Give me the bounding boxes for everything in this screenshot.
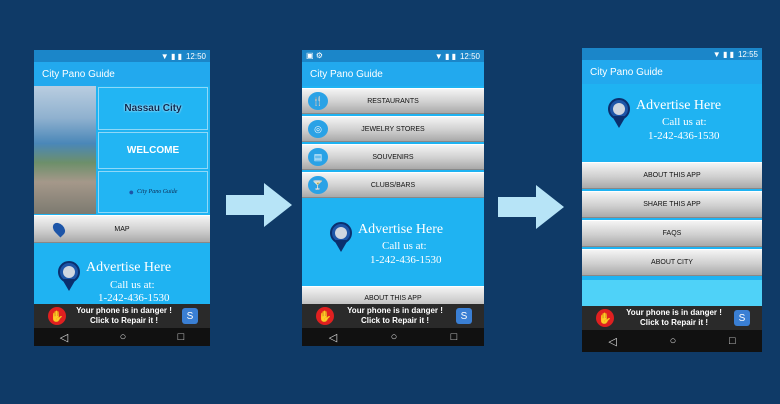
ad-line1: Your phone is in danger ! xyxy=(347,306,443,315)
advert-callus: Call us at: xyxy=(382,240,427,252)
map-label: MAP xyxy=(114,225,130,233)
advert-title: Advertise Here xyxy=(636,98,722,113)
fork-knife-icon: 🍴 xyxy=(308,92,328,110)
status-icons: ▼ ▮ ▮ xyxy=(712,49,734,59)
advert-banner[interactable]: Advertise Here Call us at: 1-242-436-153… xyxy=(582,84,762,160)
nav-bar: ◁ ○ □ xyxy=(302,328,484,346)
ring-icon: ◎ xyxy=(308,120,328,138)
nav-bar: ◁ ○ □ xyxy=(582,330,762,352)
ad-line1: Your phone is in danger ! xyxy=(626,308,722,317)
advert-phone: 1-242-436-1530 xyxy=(370,254,442,266)
ad-banner[interactable]: ✋ Your phone is in danger ! Click to Repa… xyxy=(582,306,762,330)
location-pin-icon xyxy=(58,261,80,291)
tile-city-pano-guide[interactable]: ● City Pano Guide xyxy=(98,171,208,213)
shield-icon: S xyxy=(456,308,472,324)
menu-item-faqs[interactable]: FAQS xyxy=(582,220,762,247)
shield-icon: S xyxy=(182,308,198,324)
advert-callus: Call us at: xyxy=(110,279,155,291)
logo-pin-icon: ● xyxy=(128,187,135,197)
phone-screen-menu: ▣ ⚙ ▼ ▮ ▮ 12:50 City Pano Guide 🍴 RESTAU… xyxy=(302,50,484,346)
ad-banner[interactable]: ✋ Your phone is in danger ! Click to Repa… xyxy=(34,304,210,328)
back-button[interactable]: ◁ xyxy=(329,331,337,344)
menu-item-clubs-bars[interactable]: 🍸 CLUBS/BARS xyxy=(302,172,484,198)
back-button[interactable]: ◁ xyxy=(60,331,68,344)
menu-label: CLUBS/BARS xyxy=(370,181,416,189)
menu-label: ABOUT CITY xyxy=(651,259,693,266)
about-content: Advertise Here Call us at: 1-242-436-153… xyxy=(582,84,762,310)
advert-phone: 1-242-436-1530 xyxy=(648,130,720,142)
menu-item-share-this-app[interactable]: SHARE THIS APP xyxy=(582,191,762,218)
menu-label: ABOUT THIS APP xyxy=(643,172,701,179)
menu-item-souvenirs[interactable]: ▤ SOUVENIRS xyxy=(302,144,484,170)
home-button[interactable]: ○ xyxy=(391,331,398,343)
ad-line2: Click to Repair it ! xyxy=(89,316,158,325)
menu-item-about-this-app[interactable]: ABOUT THIS APP xyxy=(582,162,762,189)
menu-label: JEWELRY STORES xyxy=(361,125,425,133)
ad-line2: Click to Repair it ! xyxy=(639,318,708,327)
menu-label: SOUVENIRS xyxy=(372,153,414,161)
status-bar: ▣ ⚙ ▼ ▮ ▮ 12:50 xyxy=(302,50,484,62)
location-pin-icon xyxy=(608,98,630,128)
phone-screen-about: ▼ ▮ ▮ 12:55 City Pano Guide Advertise He… xyxy=(582,48,762,352)
arrow-right-icon xyxy=(226,183,292,227)
recents-button[interactable]: □ xyxy=(451,331,458,343)
map-pin-icon xyxy=(50,220,68,238)
status-bar: ▼ ▮ ▮ 12:55 xyxy=(582,48,762,60)
menu-content: 🍴 RESTAURANTS ◎ JEWELRY STORES ▤ SOUVENI… xyxy=(302,86,484,310)
menu-label: FAQS xyxy=(662,230,682,237)
menu-item-jewelry-stores[interactable]: ◎ JEWELRY STORES xyxy=(302,116,484,142)
tile-nassau-city-label: Nassau City xyxy=(124,103,182,114)
menu-label: SHARE THIS APP xyxy=(643,201,701,208)
stop-hand-icon: ✋ xyxy=(596,309,614,327)
status-time: 12:55 xyxy=(737,49,758,59)
status-icons: ▼ ▮ ▮ xyxy=(160,51,182,61)
app-title: City Pano Guide xyxy=(582,60,762,84)
recents-button[interactable]: □ xyxy=(729,335,736,347)
stop-hand-icon: ✋ xyxy=(316,307,334,325)
advert-callus: Call us at: xyxy=(662,116,707,128)
location-pin-icon xyxy=(330,222,352,252)
souvenir-icon: ▤ xyxy=(308,148,328,166)
arrow-right-icon xyxy=(498,185,564,229)
ad-line1: Your phone is in danger ! xyxy=(76,306,172,315)
home-button[interactable]: ○ xyxy=(670,335,677,347)
status-icons: ▼ ▮ ▮ xyxy=(434,51,456,61)
advert-phone: 1-242-436-1530 xyxy=(98,292,170,304)
map-button[interactable]: MAP xyxy=(34,215,210,243)
tile-welcome-label: WELCOME xyxy=(126,145,180,156)
app-title: City Pano Guide xyxy=(34,62,210,86)
back-button[interactable]: ◁ xyxy=(608,335,616,348)
tile-welcome[interactable]: WELCOME xyxy=(98,132,208,169)
advert-banner[interactable]: Advertise Here Call us at: 1-242-436-153… xyxy=(34,247,210,307)
glass-icon: 🍸 xyxy=(308,176,328,194)
advert-title: Advertise Here xyxy=(358,222,444,237)
nav-bar: ◁ ○ □ xyxy=(34,328,210,346)
ad-line2: Click to Repair it ! xyxy=(360,316,429,325)
advert-banner[interactable]: Advertise Here Call us at: 1-242-436-153… xyxy=(302,202,484,284)
home-button[interactable]: ○ xyxy=(120,331,127,343)
home-content: Nassau City WELCOME ● City Pano Guide MA… xyxy=(34,86,210,310)
advert-title: Advertise Here xyxy=(86,260,172,275)
menu-item-about-city[interactable]: ABOUT CITY xyxy=(582,249,762,276)
tile-logo-label: City Pano Guide xyxy=(137,189,178,195)
ad-banner[interactable]: ✋ Your phone is in danger ! Click to Repa… xyxy=(302,304,484,328)
menu-label: ABOUT THIS APP xyxy=(364,295,422,302)
menu-item-restaurants[interactable]: 🍴 RESTAURANTS xyxy=(302,88,484,114)
notification-icons: ▣ ⚙ xyxy=(306,51,323,60)
phone-screen-home: ▼ ▮ ▮ 12:50 City Pano Guide Nassau City … xyxy=(34,50,210,346)
shield-icon: S xyxy=(734,310,750,326)
city-photo xyxy=(34,86,96,214)
status-time: 12:50 xyxy=(185,51,206,61)
app-title: City Pano Guide xyxy=(302,62,484,86)
recents-button[interactable]: □ xyxy=(178,331,185,343)
stop-hand-icon: ✋ xyxy=(48,307,66,325)
status-time: 12:50 xyxy=(459,51,480,61)
tile-nassau-city[interactable]: Nassau City xyxy=(98,87,208,130)
status-bar: ▼ ▮ ▮ 12:50 xyxy=(34,50,210,62)
menu-label: RESTAURANTS xyxy=(367,97,419,105)
